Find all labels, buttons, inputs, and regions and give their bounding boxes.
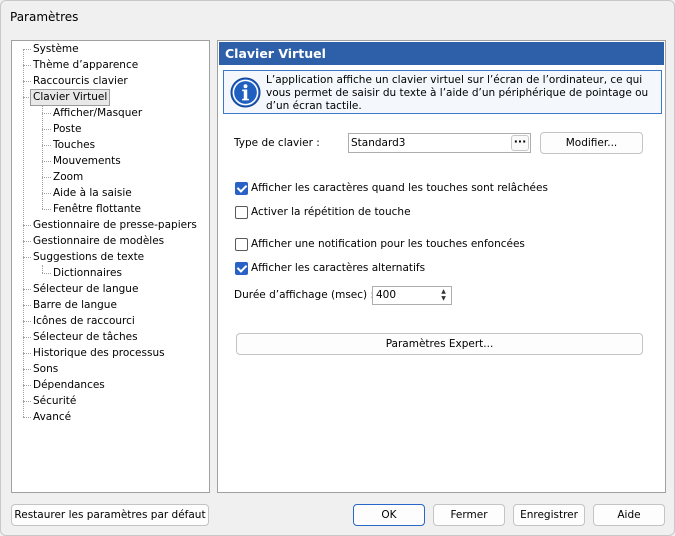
tree-item-sons[interactable]: Sons xyxy=(33,362,58,377)
keyboard-type-browse-button[interactable]: ··· xyxy=(511,135,529,151)
duration-value: 400 xyxy=(376,289,397,301)
modify-button[interactable]: Modifier... xyxy=(540,132,643,154)
tree-connector xyxy=(42,113,51,114)
tree-connector xyxy=(23,417,31,418)
settings-panel: Clavier Virtuel L’application affiche un… xyxy=(217,40,666,493)
tree-item-clavier-virtuel[interactable]: Clavier Virtuel xyxy=(29,89,111,106)
duration-label: Durée d’affichage (msec) : xyxy=(234,289,374,301)
tree-connector xyxy=(23,353,31,354)
tree-connector xyxy=(23,321,31,322)
tree-connector xyxy=(42,161,51,162)
tree-connector xyxy=(42,177,51,178)
info-box: L’application affiche un clavier virtuel… xyxy=(223,70,662,114)
tree-item-zoom[interactable]: Zoom xyxy=(53,170,83,185)
tree-connector xyxy=(23,289,31,290)
tree-connector xyxy=(23,401,31,402)
tree-connector xyxy=(42,129,51,130)
help-button[interactable]: Aide xyxy=(593,504,665,526)
panel-title: Clavier Virtuel xyxy=(219,42,664,65)
tree-item-suggestions[interactable]: Suggestions de texte xyxy=(33,250,144,265)
tree-connector xyxy=(23,225,31,226)
spin-down-icon[interactable]: ▼ xyxy=(437,295,450,302)
tree-item-dependances[interactable]: Dépendances xyxy=(33,378,105,393)
option-show-chars-released-label: Afficher les caractères quand les touche… xyxy=(251,182,548,194)
duration-spinner[interactable]: 400 ▲ ▼ xyxy=(372,286,452,305)
ok-button[interactable]: OK xyxy=(353,504,425,526)
tree-item-dictionnaires[interactable]: Dictionnaires xyxy=(53,266,122,281)
tree-item-barre-langue[interactable]: Barre de langue xyxy=(33,298,117,313)
tree-connector xyxy=(42,145,51,146)
expert-settings-button[interactable]: Paramètres Expert... xyxy=(236,333,643,355)
duration-spinner-arrows[interactable]: ▲ ▼ xyxy=(437,288,450,303)
tree-item-historique[interactable]: Historique des processus xyxy=(33,346,165,361)
tree-connector xyxy=(23,385,31,386)
tree-connector xyxy=(23,97,31,98)
tree-item-modeles[interactable]: Gestionnaire de modèles xyxy=(33,234,164,249)
settings-tree[interactable]: Système Thème d’apparence Raccourcis cla… xyxy=(11,40,210,493)
option-notification-checkbox[interactable] xyxy=(235,238,248,251)
tree-connector xyxy=(23,65,31,66)
tree-connector xyxy=(23,337,31,338)
option-alt-chars-label: Afficher les caractères alternatifs xyxy=(251,262,426,274)
tree-item-presse-papiers[interactable]: Gestionnaire de presse-papiers xyxy=(33,218,197,233)
tree-connector xyxy=(23,241,31,242)
restore-defaults-button[interactable]: Restaurer les paramètres par défaut xyxy=(11,504,209,526)
option-key-repeat-checkbox[interactable] xyxy=(235,206,248,219)
tree-connector xyxy=(42,265,43,273)
tree-connector xyxy=(42,273,51,274)
tree-item-selecteur-langue[interactable]: Sélecteur de langue xyxy=(33,282,138,297)
save-button[interactable]: Enregistrer xyxy=(513,504,585,526)
tree-connector xyxy=(23,81,31,82)
info-text: L’application affiche un clavier virtuel… xyxy=(266,74,649,112)
tree-item-systeme[interactable]: Système xyxy=(33,42,79,57)
keyboard-type-field[interactable]: Standard3 ··· xyxy=(348,133,531,153)
tree-connector xyxy=(42,193,51,194)
tree-item-icones-raccourci[interactable]: Icônes de raccourci xyxy=(33,314,135,329)
tree-item-fenetre-flottante[interactable]: Fenêtre flottante xyxy=(53,202,141,217)
tree-item-mouvements[interactable]: Mouvements xyxy=(53,154,121,169)
tree-item-securite[interactable]: Sécurité xyxy=(33,394,76,409)
tree-item-aide-saisie[interactable]: Aide à la saisie xyxy=(53,186,132,201)
tree-connector xyxy=(23,49,31,50)
window-title: Paramètres xyxy=(10,10,79,24)
spin-up-icon[interactable]: ▲ xyxy=(437,288,450,295)
tree-item-raccourcis-clavier[interactable]: Raccourcis clavier xyxy=(33,74,128,89)
close-button[interactable]: Fermer xyxy=(433,504,505,526)
tree-connector xyxy=(23,305,31,306)
option-key-repeat-label: Activer la répétition de touche xyxy=(251,206,411,218)
keyboard-type-value: Standard3 xyxy=(351,137,406,149)
tree-connector xyxy=(23,369,31,370)
tree-item-theme[interactable]: Thème d’apparence xyxy=(33,58,138,73)
tree-connector xyxy=(23,49,24,417)
tree-item-avance[interactable]: Avancé xyxy=(33,410,71,425)
settings-window: Paramètres Système Thème d’apparence Rac… xyxy=(0,0,675,536)
tree-connector xyxy=(23,257,31,258)
option-show-chars-released-checkbox[interactable] xyxy=(235,182,248,195)
tree-connector xyxy=(42,209,51,210)
tree-item-afficher-masquer[interactable]: Afficher/Masquer xyxy=(53,106,142,121)
info-icon xyxy=(230,77,261,108)
tree-item-touches[interactable]: Touches xyxy=(53,138,95,153)
option-alt-chars-checkbox[interactable] xyxy=(235,262,248,275)
tree-item-poste[interactable]: Poste xyxy=(53,122,81,137)
tree-item-selecteur-taches[interactable]: Sélecteur de tâches xyxy=(33,330,138,345)
keyboard-type-label: Type de clavier : xyxy=(234,137,320,149)
option-notification-label: Afficher une notification pour les touch… xyxy=(251,238,525,250)
